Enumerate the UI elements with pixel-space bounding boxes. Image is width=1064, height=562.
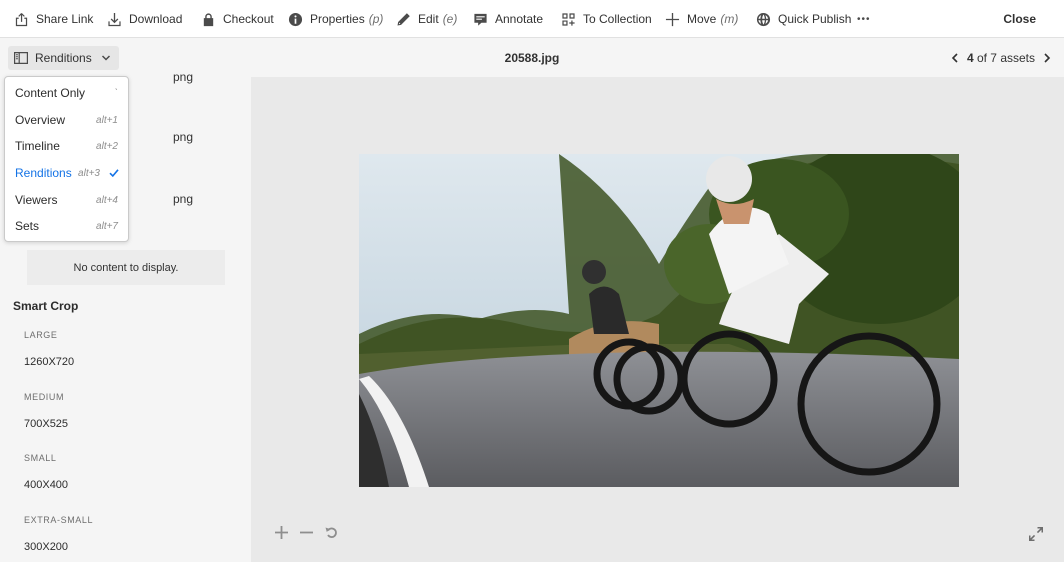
smart-crop-size[interactable]: 700X525 xyxy=(24,418,68,430)
menu-item-label: Renditions xyxy=(15,166,72,180)
rail-selector-button[interactable]: Renditions xyxy=(8,46,119,70)
more-icon: ••• xyxy=(857,13,871,25)
smart-crop-size[interactable]: 1260X720 xyxy=(24,356,74,368)
download-label: Download xyxy=(129,12,183,26)
comment-icon xyxy=(474,13,487,26)
pager-current: 4 xyxy=(966,50,974,65)
chevron-left-icon xyxy=(951,52,958,63)
menu-item-renditions[interactable]: Renditions alt+3 xyxy=(5,160,128,186)
move-button[interactable]: Move (m) xyxy=(665,0,738,38)
close-button[interactable]: Close xyxy=(1003,0,1036,38)
asset-pager: 4 of 7 assets xyxy=(948,38,1054,77)
zoom-out-button[interactable] xyxy=(299,525,313,539)
menu-item-label: Timeline xyxy=(15,139,60,153)
asset-viewer xyxy=(251,77,1064,562)
properties-label: Properties xyxy=(310,12,365,26)
download-icon xyxy=(108,12,121,26)
annotate-button[interactable]: Annotate xyxy=(473,0,543,38)
checkmark-icon xyxy=(109,169,119,178)
smart-crop-heading: Smart Crop xyxy=(13,299,79,313)
rendition-format: png xyxy=(173,70,194,84)
action-toolbar: Share Link Download Checkout Properties … xyxy=(0,0,1064,38)
collection-add-icon xyxy=(562,12,575,26)
menu-item-viewers[interactable]: Viewers alt+4 xyxy=(5,187,128,213)
share-link-label: Share Link xyxy=(36,12,94,26)
menu-item-label: Sets xyxy=(15,219,40,233)
move-shortcut: (m) xyxy=(720,12,739,26)
smart-crop-size[interactable]: 300X200 xyxy=(24,541,68,553)
chevron-right-icon xyxy=(1044,52,1051,63)
checkout-label: Checkout xyxy=(223,12,274,26)
next-asset-button[interactable] xyxy=(1040,51,1054,65)
move-icon xyxy=(665,12,680,26)
menu-item-shortcut: alt+2 xyxy=(96,140,118,152)
more-actions-button[interactable]: ••• xyxy=(857,0,871,38)
checkout-button[interactable]: Checkout xyxy=(201,0,274,38)
menu-item-shortcut: alt+4 xyxy=(96,194,118,206)
lock-icon xyxy=(203,12,214,26)
rail-selector-label: Renditions xyxy=(35,51,92,65)
edit-label: Edit xyxy=(418,12,439,26)
asset-image[interactable] xyxy=(359,154,959,487)
pencil-icon xyxy=(397,12,410,25)
quick-publish-label: Quick Publish xyxy=(778,12,852,26)
menu-item-shortcut: alt+3 xyxy=(78,167,100,179)
menu-item-sets[interactable]: Sets alt+7 xyxy=(5,213,128,239)
menu-item-overview[interactable]: Overview alt+1 xyxy=(5,107,128,133)
cyclists-photo xyxy=(359,154,959,487)
reset-zoom-button[interactable] xyxy=(324,525,338,539)
share-link-button[interactable]: Share Link xyxy=(14,0,93,38)
close-label: Close xyxy=(1003,12,1036,26)
download-button[interactable]: Download xyxy=(107,0,182,38)
smart-crop-size[interactable]: 400X400 xyxy=(24,479,68,491)
quick-publish-button[interactable]: Quick Publish xyxy=(756,0,851,38)
menu-item-shortcut: alt+7 xyxy=(96,220,118,232)
edit-shortcut: (e) xyxy=(442,12,458,26)
smart-crop-label: MEDIUM xyxy=(24,392,65,402)
previous-asset-button[interactable] xyxy=(948,51,962,65)
info-icon xyxy=(288,12,303,26)
edit-button[interactable]: Edit (e) xyxy=(396,0,457,38)
annotate-label: Annotate xyxy=(495,12,544,26)
rail-panel-icon xyxy=(14,52,28,64)
chevron-down-icon xyxy=(101,55,110,61)
menu-item-timeline[interactable]: Timeline alt+2 xyxy=(5,133,128,159)
menu-item-label: Overview xyxy=(15,113,66,127)
fullscreen-icon[interactable] xyxy=(1028,526,1044,542)
pager-total: of 7 assets xyxy=(976,50,1035,65)
smart-crop-label: LARGE xyxy=(24,330,58,340)
zoom-in-button[interactable] xyxy=(274,525,288,539)
menu-item-shortcut: ` xyxy=(114,87,118,99)
to-collection-label: To Collection xyxy=(583,12,652,26)
smart-crop-label: SMALL xyxy=(24,453,57,463)
rendition-format: png xyxy=(173,130,194,144)
asset-header xyxy=(0,38,1064,77)
properties-button[interactable]: Properties (p) xyxy=(288,0,383,38)
to-collection-button[interactable]: To Collection xyxy=(561,0,652,38)
plus-icon xyxy=(274,525,288,539)
menu-item-shortcut: alt+1 xyxy=(96,114,118,126)
no-content-message: No content to display. xyxy=(27,250,225,285)
rendition-format: png xyxy=(173,192,194,206)
menu-item-label: Content Only xyxy=(15,86,86,100)
reset-icon xyxy=(325,527,337,538)
smart-crop-label: EXTRA-SMALL xyxy=(24,515,94,525)
globe-icon xyxy=(756,12,771,26)
menu-item-label: Viewers xyxy=(15,193,58,207)
rail-selector-menu: Content Only ` Overview alt+1 Timeline a… xyxy=(4,76,129,242)
properties-shortcut: (p) xyxy=(368,12,384,26)
menu-item-content-only[interactable]: Content Only ` xyxy=(5,80,128,106)
move-label: Move xyxy=(687,12,717,26)
share-icon xyxy=(15,12,28,26)
pager-count: 4 of 7 assets xyxy=(967,51,1035,65)
minus-icon xyxy=(299,531,313,533)
